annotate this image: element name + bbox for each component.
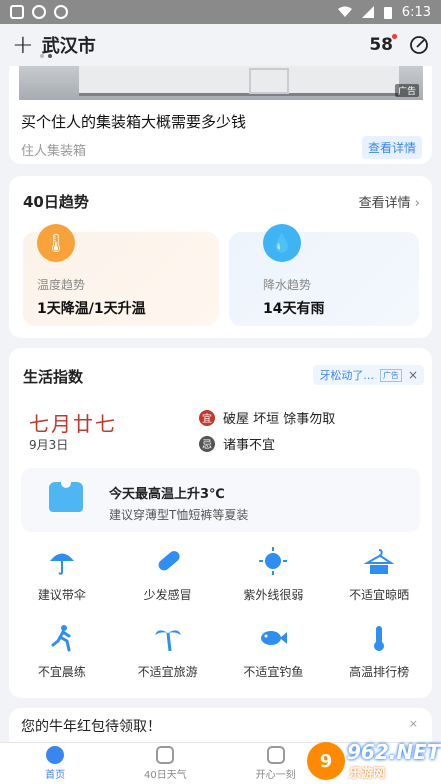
watermark-logo: 9 962.NET 乐游网 — [307, 740, 441, 782]
status-bar: 6:13 — [0, 0, 441, 24]
runner-icon — [47, 623, 77, 653]
page-indicator — [40, 54, 52, 58]
life-item-label: 建议带伞 — [37, 588, 86, 602]
sync-icon — [32, 5, 46, 19]
watermark-ball: 9 — [307, 742, 345, 780]
life-item-label: 紫外线很弱 — [243, 588, 304, 602]
tab-home[interactable]: 首页 — [0, 743, 110, 784]
thermometer-icon — [364, 623, 394, 653]
sun-icon — [258, 546, 288, 576]
life-ad-tag: 广告 — [379, 368, 402, 382]
signal-icon — [361, 6, 374, 18]
close-icon[interactable]: × — [408, 368, 418, 382]
lunar-date: 七月廿七 — [29, 412, 117, 436]
close-icon[interactable]: × — [409, 717, 418, 730]
home-icon — [46, 746, 65, 764]
life-ad-text[interactable]: 牙松动了... — [319, 367, 374, 383]
life-item[interactable]: 高温排行榜 — [326, 623, 432, 680]
play-icon — [266, 746, 285, 764]
ad-source: 住人集装箱 — [21, 144, 87, 159]
promo-text[interactable]: 您的牛年红包待领取！ — [21, 716, 161, 736]
temp-trend-label: 温度趋势 — [37, 278, 86, 292]
life-title: 生活指数 — [23, 368, 84, 386]
watermark-number: 962.NET — [347, 740, 441, 764]
yi-text: 破屋 坏垣 馀事勿取 — [223, 412, 336, 427]
calendar-icon — [156, 746, 175, 764]
life-item[interactable]: 紫外线很弱 — [221, 546, 327, 603]
tab-label: 40日天气 — [144, 770, 187, 781]
add-city-button[interactable]: + — [12, 32, 34, 58]
dress-tip-subtitle: 建议穿薄型T恤短裤等夏装 — [109, 508, 249, 522]
message-icon — [10, 5, 24, 19]
life-item[interactable]: 不适宜钓鱼 — [221, 623, 327, 680]
watermark-site: 乐游网 — [349, 766, 386, 780]
life-item[interactable]: 不宜晨练 — [9, 623, 115, 680]
trend-card: 40日趋势 查看详情 🌡 温度趋势 1天降温/1天升温 💧 降水趋势 14天有雨 — [9, 176, 432, 338]
hanger-icon — [364, 546, 395, 576]
life-index-card: 生活指数 牙松动了... 广告 × 七月廿七 9月3日 宜 破屋 坏垣 馀事勿取… — [9, 348, 432, 698]
life-item-label: 少发感冒 — [143, 588, 192, 602]
fish-icon — [258, 623, 288, 653]
shirt-icon — [49, 482, 83, 512]
battery-icon — [383, 6, 392, 19]
raindrop-icon: 💧 — [263, 224, 301, 262]
status-time: 6:13 — [401, 4, 431, 20]
tab-label: 首页 — [45, 770, 66, 781]
tab-40-day[interactable]: 40日天气 — [110, 743, 220, 784]
promo-card[interactable]: 您的牛年红包待领取！ × — [9, 708, 432, 742]
dress-tip[interactable]: 今天最高温上升3℃ 建议穿薄型T恤短裤等夏装 — [21, 468, 420, 532]
pill-icon — [153, 546, 183, 576]
life-item-label: 不适宜旅游 — [137, 665, 198, 679]
life-item[interactable]: 少发感冒 — [115, 546, 221, 603]
thermometer-icon: 🌡 — [37, 224, 75, 262]
share-icon[interactable] — [409, 35, 429, 55]
trend-more-link[interactable]: 查看详情 — [359, 192, 420, 211]
trend-title: 40日趋势 — [23, 193, 89, 211]
life-item-label: 高温排行榜 — [349, 665, 410, 679]
rain-trend-label: 降水趋势 — [263, 278, 312, 292]
yi-badge: 宜 — [199, 409, 215, 426]
dress-tip-title: 今天最高温上升3℃ — [109, 487, 225, 502]
ad-title[interactable]: 买个住人的集装箱大概需要多少钱 — [21, 111, 246, 132]
umbrella-icon — [47, 546, 77, 576]
ji-text: 诸事不宜 — [223, 438, 276, 453]
ji-badge: 忌 — [199, 435, 215, 452]
ad-card[interactable]: 广告 买个住人的集装箱大概需要多少钱 住人集装箱 查看详情 — [9, 66, 432, 164]
ad-tag: 广告 — [394, 84, 419, 97]
palm-tree-icon — [153, 623, 183, 653]
tab-label: 开心一刻 — [255, 770, 296, 781]
life-index-grid: 建议带伞 少发感冒 紫外线很弱 不适宜晾晒 不宜晨练 不适宜旅游 不适宜钓鱼 高… — [9, 546, 432, 680]
life-item-label: 不适宜晾晒 — [349, 588, 410, 602]
ad-image: 广告 — [19, 66, 423, 100]
life-item-label: 不宜晨练 — [37, 665, 86, 679]
rain-trend-value: 14天有雨 — [263, 301, 325, 317]
solar-date: 9月3日 — [29, 438, 69, 452]
top-header: + 武汉市 58 — [0, 24, 441, 66]
ji-row: 忌 诸事不宜 — [199, 434, 275, 453]
ad-detail-button[interactable]: 查看详情 — [361, 136, 422, 159]
life-item[interactable]: 不适宜旅游 — [115, 623, 221, 680]
life-item[interactable]: 不适宜晾晒 — [326, 546, 432, 603]
wifi-icon — [337, 6, 352, 17]
yi-row: 宜 破屋 坏垣 馀事勿取 — [199, 408, 335, 427]
life-item[interactable]: 建议带伞 — [9, 546, 115, 603]
life-item-label: 不适宜钓鱼 — [243, 665, 304, 679]
life-ad[interactable]: 牙松动了... 广告 × — [313, 365, 424, 385]
rain-trend-box[interactable]: 💧 降水趋势 14天有雨 — [229, 224, 419, 326]
temp-trend-value: 1天降温/1天升温 — [37, 301, 146, 317]
app-icon — [54, 5, 68, 19]
temp-trend-box[interactable]: 🌡 温度趋势 1天降温/1天升温 — [23, 224, 219, 326]
brand-58-button[interactable]: 58 — [369, 34, 397, 55]
